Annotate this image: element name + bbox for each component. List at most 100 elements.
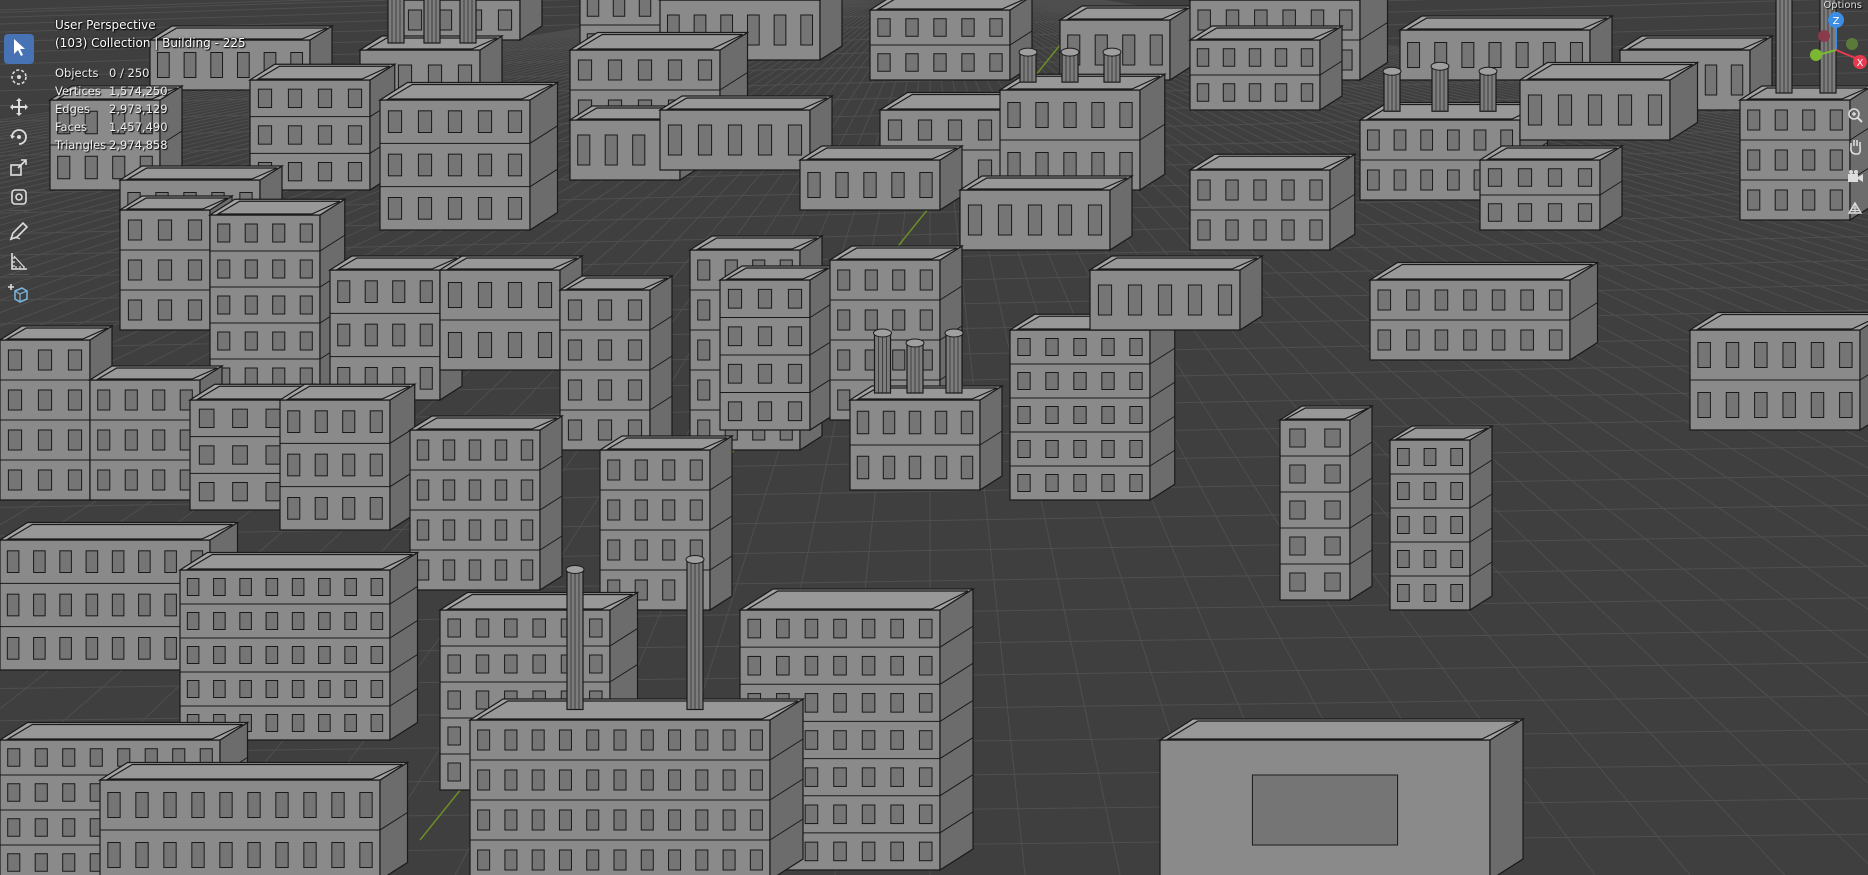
roof-inset: [385, 83, 553, 100]
building-mesh[interactable]: [97, 761, 410, 875]
building-mesh[interactable]: [1087, 254, 1265, 332]
window: [627, 339, 643, 361]
building-mesh[interactable]: [867, 0, 1033, 82]
camera-view-button[interactable]: [1842, 166, 1868, 192]
move-tool[interactable]: [4, 94, 34, 124]
window: [597, 299, 613, 321]
window: [607, 539, 621, 561]
window: [1829, 149, 1843, 171]
window: [442, 439, 456, 461]
window: [804, 841, 819, 862]
window: [370, 680, 384, 698]
window: [1101, 474, 1115, 492]
add-cube-tool[interactable]: [4, 280, 34, 310]
window: [918, 693, 933, 713]
building-mesh[interactable]: [1057, 4, 1195, 82]
building-mesh[interactable]: [1387, 424, 1495, 612]
window: [97, 469, 111, 491]
building-side-face: [519, 0, 543, 42]
window: [1730, 64, 1744, 96]
city-scene[interactable]: [0, 0, 1868, 875]
select-box-tool[interactable]: [4, 34, 34, 64]
window: [347, 162, 363, 182]
window: [1617, 94, 1633, 126]
cursor-tool[interactable]: [4, 64, 34, 94]
building-mesh[interactable]: [957, 174, 1135, 252]
window: [314, 410, 328, 434]
3d-viewport[interactable]: User Perspective (103) Collection | Buil…: [0, 0, 1868, 875]
window: [892, 269, 906, 291]
window: [804, 618, 819, 639]
window: [1274, 83, 1288, 102]
window: [7, 469, 23, 491]
building-mesh[interactable]: [557, 274, 675, 452]
building-mesh[interactable]: [1367, 261, 1600, 362]
zoom-button[interactable]: [1842, 104, 1868, 130]
window: [213, 680, 226, 698]
window: [232, 445, 248, 465]
window: [1423, 516, 1437, 534]
window: [419, 367, 433, 390]
window: [337, 280, 351, 304]
window: [1829, 109, 1843, 131]
window: [417, 197, 433, 220]
building-mesh[interactable]: [1477, 144, 1625, 232]
ortho-toggle-button[interactable]: [1842, 197, 1868, 223]
window: [933, 18, 947, 37]
window: [891, 172, 905, 198]
window: [1754, 342, 1768, 368]
window: [586, 849, 600, 871]
window: [1366, 129, 1380, 151]
window: [905, 53, 919, 72]
window: [1406, 289, 1420, 311]
window: [244, 367, 258, 387]
navigation-gizmo[interactable]: Z X: [1800, 0, 1868, 90]
window: [531, 729, 545, 751]
window: [668, 809, 682, 831]
zoom-icon: [1846, 106, 1864, 128]
window: [198, 445, 215, 465]
building-mesh[interactable]: [207, 198, 347, 397]
building-mesh[interactable]: [1007, 313, 1177, 502]
window: [135, 842, 149, 868]
window: [604, 134, 618, 166]
window: [1473, 129, 1487, 151]
window: [586, 809, 600, 831]
building-mesh[interactable]: [1187, 153, 1357, 252]
building-mesh[interactable]: [1687, 311, 1868, 432]
window: [6, 593, 20, 617]
building-mesh[interactable]: [597, 434, 735, 612]
building-mesh[interactable]: [1157, 717, 1526, 875]
building-side-face: [1149, 313, 1176, 502]
building-mesh[interactable]: [177, 551, 420, 742]
window: [776, 618, 790, 639]
transform-icon: [8, 186, 30, 212]
building-mesh[interactable]: [377, 81, 560, 232]
window: [347, 125, 363, 145]
building-mesh[interactable]: [797, 144, 965, 212]
window: [607, 499, 621, 521]
window: [1434, 289, 1449, 311]
window: [877, 53, 891, 72]
window: [613, 769, 627, 791]
building-mesh[interactable]: [277, 383, 417, 532]
window: [232, 482, 248, 502]
stat-label: Objects: [55, 66, 99, 80]
annotate-tool[interactable]: [4, 218, 34, 248]
window: [111, 637, 125, 660]
window: [392, 323, 406, 347]
building-mesh[interactable]: [1517, 61, 1700, 142]
window: [861, 618, 876, 639]
building-mesh[interactable]: [1277, 404, 1375, 602]
stat-value: 2,973,129: [109, 102, 168, 116]
building-mesh[interactable]: [1187, 24, 1345, 112]
window: [344, 714, 357, 732]
building-mesh[interactable]: [407, 414, 565, 592]
scale-tool[interactable]: [4, 154, 34, 184]
window: [1802, 189, 1816, 211]
rotate-tool[interactable]: [4, 124, 34, 154]
window: [668, 849, 682, 871]
pan-button[interactable]: [1842, 135, 1868, 161]
window: [344, 578, 357, 596]
building-mesh[interactable]: [717, 264, 835, 432]
